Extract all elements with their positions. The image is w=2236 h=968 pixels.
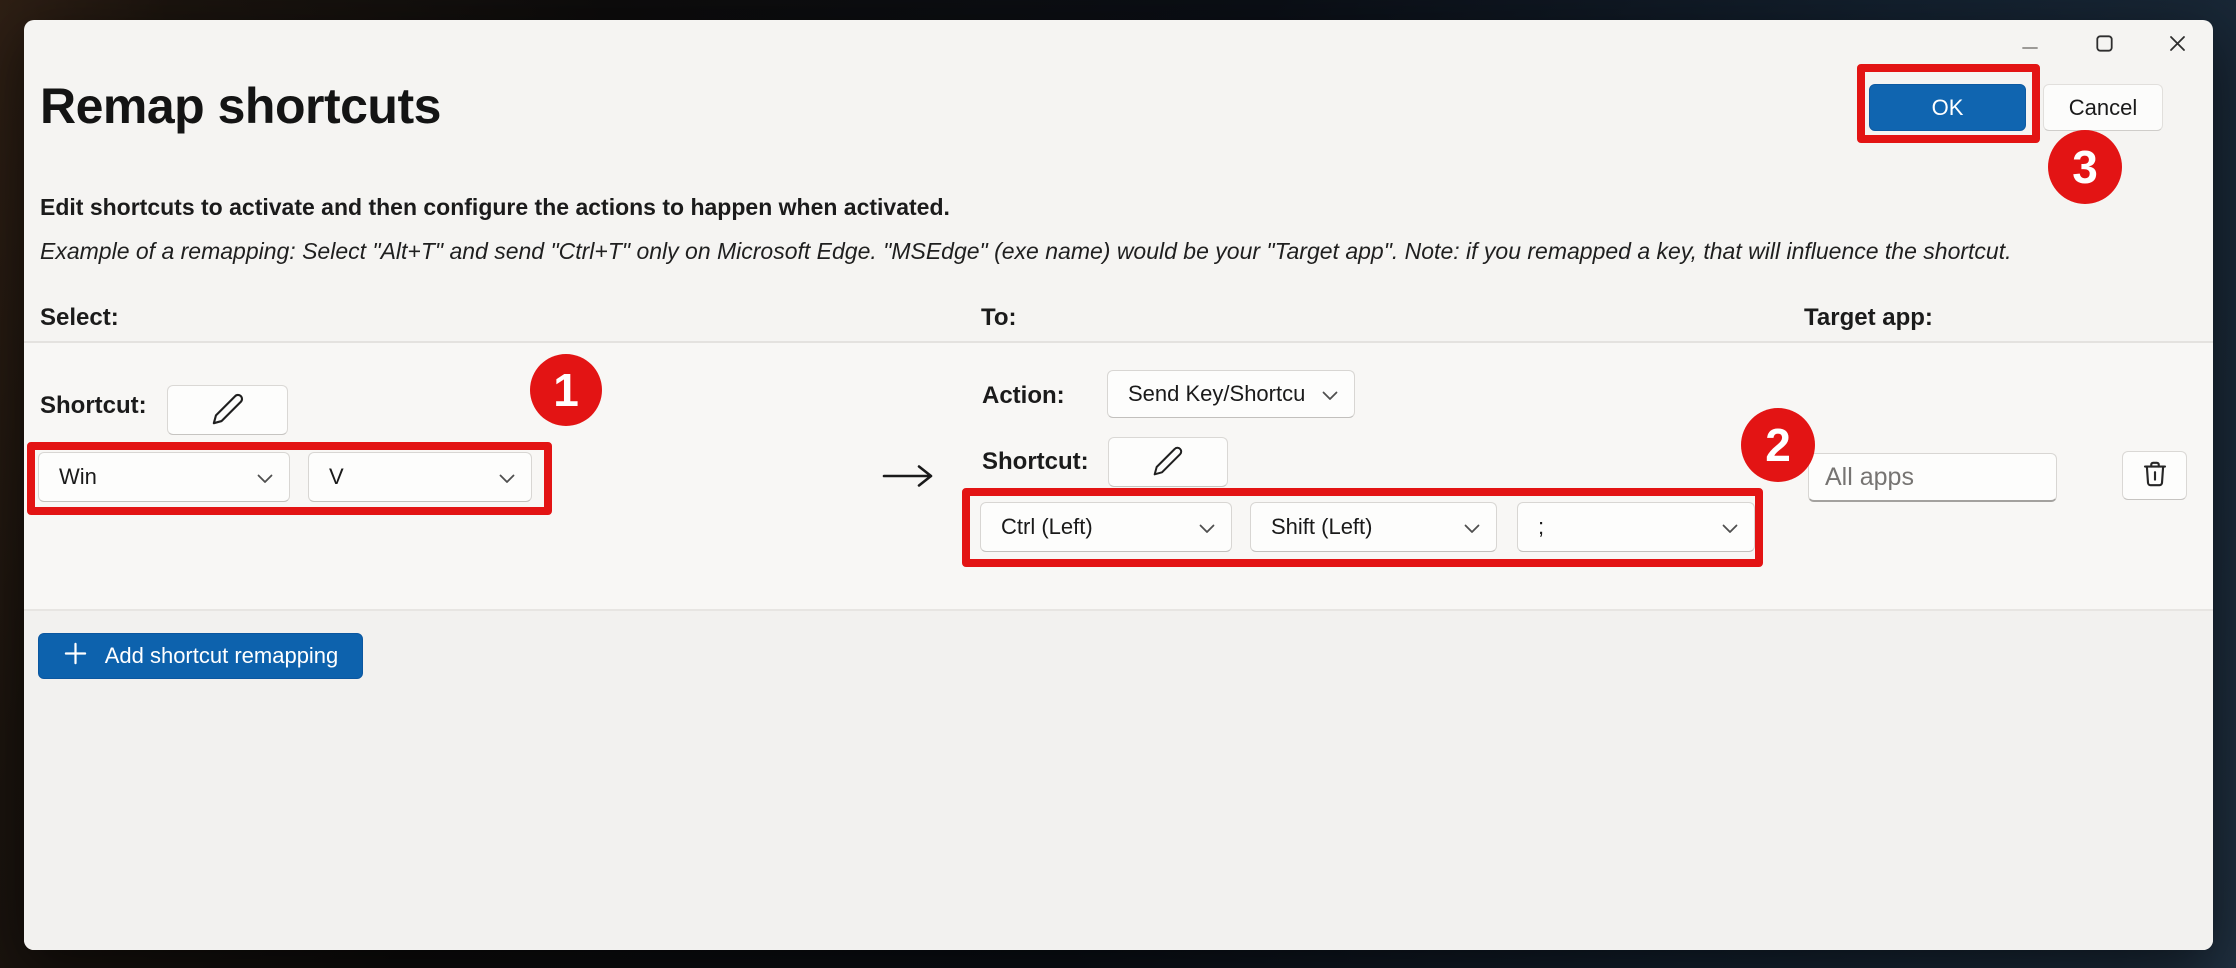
- close-icon: [2169, 35, 2186, 57]
- maximize-icon: [2096, 35, 2113, 57]
- column-header-to: To:: [981, 304, 1017, 332]
- to-shortcut-edit-button[interactable]: [1108, 437, 1228, 487]
- add-shortcut-remapping-label: Add shortcut remapping: [105, 643, 339, 669]
- action-dropdown[interactable]: Send Key/Shortcu: [1107, 370, 1355, 418]
- page-title: Remap shortcuts: [40, 77, 441, 135]
- column-header-select: Select:: [40, 304, 119, 332]
- delete-remapping-button[interactable]: [2122, 451, 2187, 500]
- maximize-button[interactable]: [2081, 28, 2127, 64]
- close-button[interactable]: [2154, 28, 2200, 64]
- dropdown-value: Send Key/Shortcu: [1128, 381, 1305, 407]
- cancel-button[interactable]: Cancel: [2043, 84, 2163, 131]
- remap-shortcuts-dialog: OK Cancel Remap shortcuts Edit shortcuts…: [24, 20, 2213, 950]
- annotation-box-step3: [1857, 64, 2040, 143]
- annotation-box-step1: [27, 442, 552, 515]
- add-shortcut-remapping-button[interactable]: Add shortcut remapping: [38, 633, 363, 679]
- annotation-step-3-badge: 3: [2048, 130, 2122, 204]
- annotation-step-1-badge: 1: [530, 354, 602, 426]
- row-divider: [24, 609, 2213, 611]
- minimize-icon: [2022, 37, 2038, 55]
- select-shortcut-label: Shortcut:: [40, 392, 147, 420]
- annotation-step-2-badge: 2: [1741, 408, 1815, 482]
- desktop-backdrop: OK Cancel Remap shortcuts Edit shortcuts…: [0, 0, 2236, 968]
- column-header-target-app: Target app:: [1804, 304, 1933, 332]
- pencil-icon: [1152, 445, 1184, 480]
- target-app-input[interactable]: [1808, 453, 2057, 502]
- dialog-example-text: Example of a remapping: Select "Alt+T" a…: [40, 238, 2012, 265]
- dialog-description: Edit shortcuts to activate and then conf…: [40, 194, 950, 221]
- trash-icon: [2140, 459, 2170, 492]
- pencil-icon: [211, 392, 245, 429]
- arrow-right-icon: [880, 462, 936, 490]
- to-shortcut-label: Shortcut:: [982, 448, 1089, 476]
- select-shortcut-edit-button[interactable]: [167, 385, 288, 435]
- annotation-box-step2: [962, 488, 1763, 567]
- plus-icon: [63, 641, 88, 672]
- minimize-button[interactable]: [2007, 28, 2053, 64]
- chevron-down-icon: [1322, 381, 1338, 407]
- action-label: Action:: [982, 382, 1065, 410]
- header-divider: [24, 341, 2213, 343]
